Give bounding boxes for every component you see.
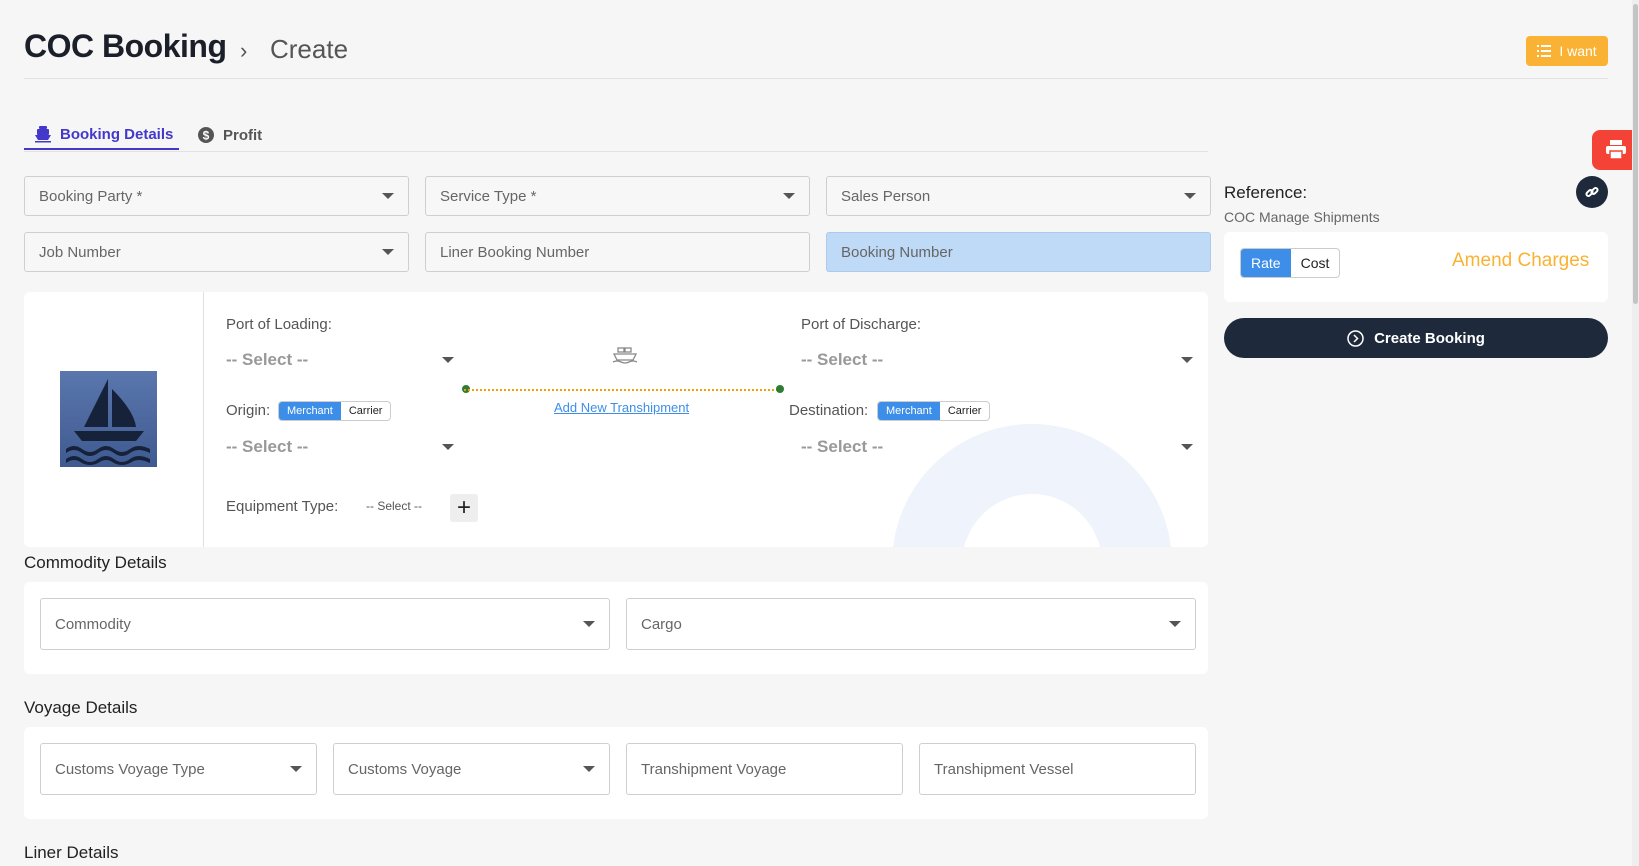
commodity-placeholder: Commodity [55, 615, 131, 633]
liner-booking-number-input[interactable]: Liner Booking Number [425, 232, 810, 272]
dollar-icon: $ [198, 127, 214, 143]
job-number-select[interactable]: Job Number [24, 232, 409, 272]
printer-icon [1605, 140, 1626, 160]
tab-booking-details[interactable]: Booking Details [24, 120, 179, 150]
origin-label: Origin: [226, 402, 271, 419]
tab-booking-details-label: Booking Details [60, 125, 174, 143]
liner-booking-number-placeholder: Liner Booking Number [440, 243, 590, 261]
job-number-placeholder: Job Number [39, 243, 121, 261]
port-of-loading-label: Port of Loading: [226, 316, 332, 333]
chevron-down-icon [382, 249, 394, 255]
sailboat-icon [66, 379, 150, 465]
link-icon [1585, 186, 1599, 198]
destination-label: Destination: [789, 402, 869, 419]
breadcrumb-separator: › [240, 38, 248, 63]
chevron-down-icon [583, 766, 595, 772]
service-type-placeholder: Service Type * [440, 187, 537, 205]
chevron-down-icon [1181, 357, 1193, 363]
booking-number-input[interactable]: Booking Number [826, 232, 1211, 272]
i-want-label: I want [1559, 43, 1597, 59]
svg-text:$: $ [203, 129, 210, 143]
commodity-section-title: Commodity Details [24, 553, 167, 572]
transhipment-voyage-placeholder: Transhipment Voyage [641, 760, 787, 778]
cargo-placeholder: Cargo [641, 615, 682, 633]
cargo-select[interactable]: Cargo [626, 598, 1196, 650]
chevron-down-icon [442, 444, 454, 450]
header-divider [24, 78, 1608, 79]
customs-voyage-select[interactable]: Customs Voyage [333, 743, 610, 795]
sales-person-select[interactable]: Sales Person [826, 176, 1211, 216]
chevron-down-icon [1184, 193, 1196, 199]
page-title: COC Booking [24, 28, 227, 64]
customs-voyage-type-select[interactable]: Customs Voyage Type [40, 743, 317, 795]
transhipment-voyage-input[interactable]: Transhipment Voyage [626, 743, 903, 795]
create-booking-button[interactable]: Create Booking [1224, 318, 1608, 358]
origin-select[interactable]: -- Select -- [226, 437, 454, 457]
customs-voyage-placeholder: Customs Voyage [348, 760, 462, 778]
tab-profit-label: Profit [223, 126, 263, 144]
create-booking-label: Create Booking [1374, 329, 1485, 347]
equipment-type-select[interactable]: -- Select -- [366, 499, 422, 513]
ship-icon [35, 126, 51, 143]
voyage-section-title: Voyage Details [24, 698, 138, 717]
origin-merchant-option[interactable]: Merchant [279, 402, 341, 420]
chevron-down-icon [290, 766, 302, 772]
liner-section-title: Liner Details [24, 843, 119, 862]
transhipment-vessel-placeholder: Transhipment Vessel [934, 760, 1074, 778]
route-end-dot [776, 385, 784, 393]
origin-value: -- Select -- [226, 437, 309, 456]
origin-toggle[interactable]: Merchant Carrier [278, 401, 392, 421]
service-type-select[interactable]: Service Type * [425, 176, 810, 216]
add-transhipment-link[interactable]: Add New Transhipment [554, 400, 689, 415]
link-button[interactable] [1576, 176, 1608, 208]
ship-route-icon [612, 347, 638, 364]
reference-label: Reference: [1224, 183, 1308, 202]
add-equipment-button[interactable]: + [450, 494, 478, 522]
transhipment-vessel-input[interactable]: Transhipment Vessel [919, 743, 1196, 795]
chevron-down-icon [442, 357, 454, 363]
chevron-down-icon [382, 193, 394, 199]
i-want-button[interactable]: I want [1526, 36, 1608, 66]
ports-card-divider [203, 292, 204, 547]
breadcrumb-current: Create [270, 34, 349, 64]
destination-toggle[interactable]: Merchant Carrier [877, 401, 991, 421]
port-of-discharge-label: Port of Discharge: [801, 316, 922, 333]
destination-merchant-option[interactable]: Merchant [878, 402, 940, 420]
tabs-divider [24, 151, 1208, 152]
booking-party-placeholder: Booking Party * [39, 187, 143, 205]
port-of-loading-value: -- Select -- [226, 350, 309, 369]
sailboat-image [60, 371, 157, 467]
route-line [464, 389, 778, 391]
booking-party-select[interactable]: Booking Party * [24, 176, 409, 216]
chevron-down-icon [583, 621, 595, 627]
equipment-type-label: Equipment Type: [226, 498, 339, 515]
rate-toggle-option[interactable]: Rate [1241, 249, 1291, 277]
ports-card [24, 292, 1208, 547]
tab-profit[interactable]: $ Profit [197, 120, 262, 150]
chevron-down-icon [1169, 621, 1181, 627]
list-icon [1537, 45, 1552, 57]
rate-cost-toggle[interactable]: Rate Cost [1240, 248, 1341, 278]
chevron-down-icon [1181, 444, 1193, 450]
port-of-loading-select[interactable]: -- Select -- [226, 350, 454, 370]
origin-carrier-option[interactable]: Carrier [341, 402, 391, 420]
sales-person-placeholder: Sales Person [841, 187, 931, 205]
booking-number-placeholder: Booking Number [841, 243, 953, 261]
amend-charges-link[interactable]: Amend Charges [1452, 250, 1589, 272]
port-of-discharge-value: -- Select -- [801, 350, 884, 369]
destination-value: -- Select -- [801, 437, 884, 456]
reference-subtitle: COC Manage Shipments [1224, 209, 1380, 225]
chevron-down-icon [783, 193, 795, 199]
cost-toggle-option[interactable]: Cost [1291, 249, 1340, 277]
customs-voyage-type-placeholder: Customs Voyage Type [55, 760, 205, 778]
port-of-discharge-select[interactable]: -- Select -- [801, 350, 1193, 370]
scrollbar-thumb[interactable] [1633, 4, 1638, 304]
destination-carrier-option[interactable]: Carrier [940, 402, 990, 420]
destination-select[interactable]: -- Select -- [801, 437, 1193, 457]
chevron-circle-right-icon [1347, 329, 1364, 347]
commodity-select[interactable]: Commodity [40, 598, 610, 650]
